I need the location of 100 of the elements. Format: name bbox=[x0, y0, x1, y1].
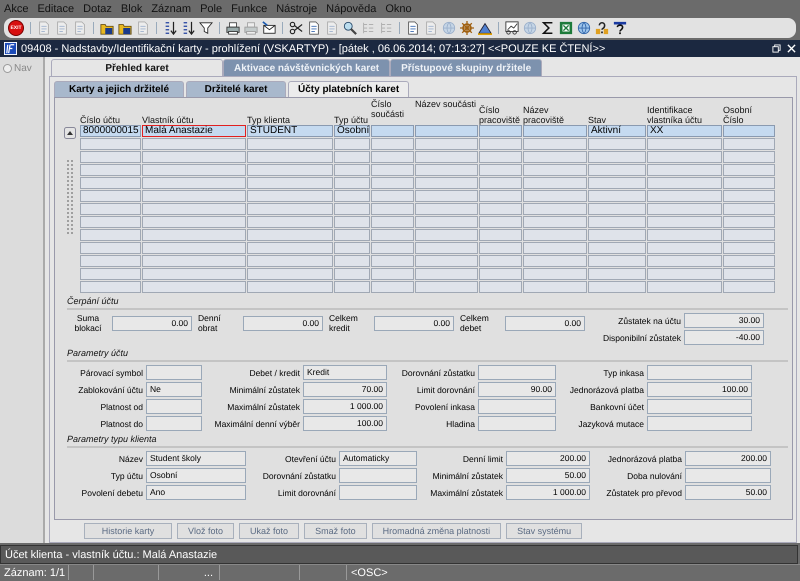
table-cell[interactable] bbox=[723, 281, 775, 293]
table-cell[interactable] bbox=[479, 242, 522, 254]
table-cell[interactable] bbox=[334, 242, 370, 254]
menu-item[interactable]: Akce bbox=[4, 3, 28, 15]
document-icon[interactable] bbox=[307, 21, 321, 35]
table-cell[interactable]: Malá Anastazie bbox=[142, 125, 246, 137]
table-cell[interactable] bbox=[247, 281, 333, 293]
table-cell[interactable] bbox=[479, 138, 522, 150]
table-cell[interactable] bbox=[247, 255, 333, 267]
input-field[interactable]: Student školy bbox=[146, 451, 246, 466]
table-cell[interactable] bbox=[142, 281, 246, 293]
input-field[interactable]: 100.00 bbox=[303, 416, 387, 431]
table-cell[interactable] bbox=[80, 164, 141, 176]
table-cell[interactable]: XX bbox=[647, 125, 722, 137]
table-cell[interactable] bbox=[647, 164, 722, 176]
tab[interactable]: Přehled karet bbox=[51, 59, 223, 76]
table-cell[interactable] bbox=[371, 229, 414, 241]
table-cell[interactable] bbox=[371, 268, 414, 280]
table-cell[interactable] bbox=[371, 216, 414, 228]
table-cell[interactable] bbox=[647, 242, 722, 254]
table-cell[interactable] bbox=[723, 177, 775, 189]
table-cell[interactable] bbox=[334, 151, 370, 163]
table-cell[interactable] bbox=[479, 125, 522, 137]
table-cell[interactable] bbox=[588, 190, 646, 202]
input-field[interactable] bbox=[478, 365, 556, 380]
table-cell[interactable]: STUDENT bbox=[247, 125, 333, 137]
table-cell[interactable] bbox=[80, 190, 141, 202]
table-cell[interactable] bbox=[371, 164, 414, 176]
table-cell[interactable] bbox=[80, 229, 141, 241]
input-field[interactable]: 200.00 bbox=[685, 451, 771, 466]
table-cell[interactable] bbox=[80, 268, 141, 280]
table-cell[interactable] bbox=[647, 268, 722, 280]
tab[interactable]: Karty a jejich držitelé bbox=[54, 81, 184, 97]
input-field[interactable] bbox=[478, 399, 556, 414]
table-cell[interactable] bbox=[523, 190, 587, 202]
input-field[interactable] bbox=[478, 416, 556, 431]
input-field[interactable]: 200.00 bbox=[506, 451, 590, 466]
input-field[interactable]: 70.00 bbox=[303, 382, 387, 397]
input-field[interactable]: Kredit bbox=[303, 365, 387, 380]
folder-icon[interactable] bbox=[100, 21, 114, 35]
input-field[interactable]: 0.00 bbox=[505, 316, 585, 330]
table-cell[interactable] bbox=[723, 242, 775, 254]
table-cell[interactable] bbox=[479, 151, 522, 163]
input-field[interactable]: 1 000.00 bbox=[303, 399, 387, 414]
help-icon[interactable] bbox=[613, 21, 627, 35]
input-field[interactable] bbox=[146, 399, 202, 414]
table-cell[interactable] bbox=[142, 138, 246, 150]
table-cell[interactable] bbox=[479, 203, 522, 215]
table-cell[interactable] bbox=[142, 151, 246, 163]
menu-item[interactable]: Pole bbox=[200, 3, 222, 15]
table-cell[interactable] bbox=[647, 229, 722, 241]
table-cell[interactable] bbox=[334, 203, 370, 215]
table-cell[interactable] bbox=[723, 138, 775, 150]
input-field[interactable] bbox=[647, 416, 752, 431]
menu-item[interactable]: Nápověda bbox=[326, 3, 376, 15]
input-field[interactable]: 50.00 bbox=[506, 468, 590, 483]
table-cell[interactable] bbox=[588, 229, 646, 241]
table-cell[interactable] bbox=[479, 177, 522, 189]
input-field[interactable] bbox=[647, 365, 752, 380]
table-cell[interactable] bbox=[142, 190, 246, 202]
table-cell[interactable]: 8000000015 bbox=[80, 125, 141, 137]
table-cell[interactable] bbox=[371, 255, 414, 267]
table-cell[interactable] bbox=[371, 242, 414, 254]
table-cell[interactable] bbox=[523, 242, 587, 254]
table-cell[interactable] bbox=[647, 177, 722, 189]
table-cell[interactable] bbox=[479, 190, 522, 202]
tab[interactable]: Držitelé karet bbox=[186, 81, 286, 97]
close-icon[interactable] bbox=[787, 44, 796, 53]
table-cell[interactable] bbox=[588, 177, 646, 189]
sigma-icon[interactable] bbox=[541, 21, 555, 35]
table-cell[interactable] bbox=[588, 242, 646, 254]
input-field[interactable] bbox=[339, 468, 417, 483]
table-cell[interactable] bbox=[415, 203, 478, 215]
table-cell[interactable] bbox=[80, 216, 141, 228]
table-cell[interactable] bbox=[371, 190, 414, 202]
table-cell[interactable] bbox=[588, 138, 646, 150]
table-cell[interactable] bbox=[247, 138, 333, 150]
sort-icon[interactable] bbox=[163, 21, 177, 35]
table-cell[interactable] bbox=[588, 203, 646, 215]
table-cell[interactable]: Osobní bbox=[334, 125, 370, 137]
table-cell[interactable] bbox=[247, 268, 333, 280]
scissors-icon[interactable] bbox=[289, 21, 303, 35]
table-cell[interactable] bbox=[142, 216, 246, 228]
table-cell[interactable] bbox=[723, 125, 775, 137]
table-cell[interactable] bbox=[523, 151, 587, 163]
table-cell[interactable] bbox=[523, 255, 587, 267]
input-field[interactable]: -40.00 bbox=[684, 330, 764, 345]
table-cell[interactable] bbox=[415, 177, 478, 189]
table-cell[interactable] bbox=[371, 203, 414, 215]
table-cell[interactable] bbox=[479, 216, 522, 228]
table-cell[interactable] bbox=[80, 255, 141, 267]
search-icon[interactable] bbox=[343, 21, 357, 35]
table-cell[interactable] bbox=[523, 138, 587, 150]
table-cell[interactable] bbox=[523, 216, 587, 228]
table-cell[interactable] bbox=[247, 216, 333, 228]
table-cell[interactable] bbox=[142, 268, 246, 280]
table-cell[interactable] bbox=[647, 138, 722, 150]
menu-item[interactable]: Dotaz bbox=[83, 3, 112, 15]
input-field[interactable]: Osobní bbox=[146, 468, 246, 483]
table-cell[interactable] bbox=[415, 242, 478, 254]
